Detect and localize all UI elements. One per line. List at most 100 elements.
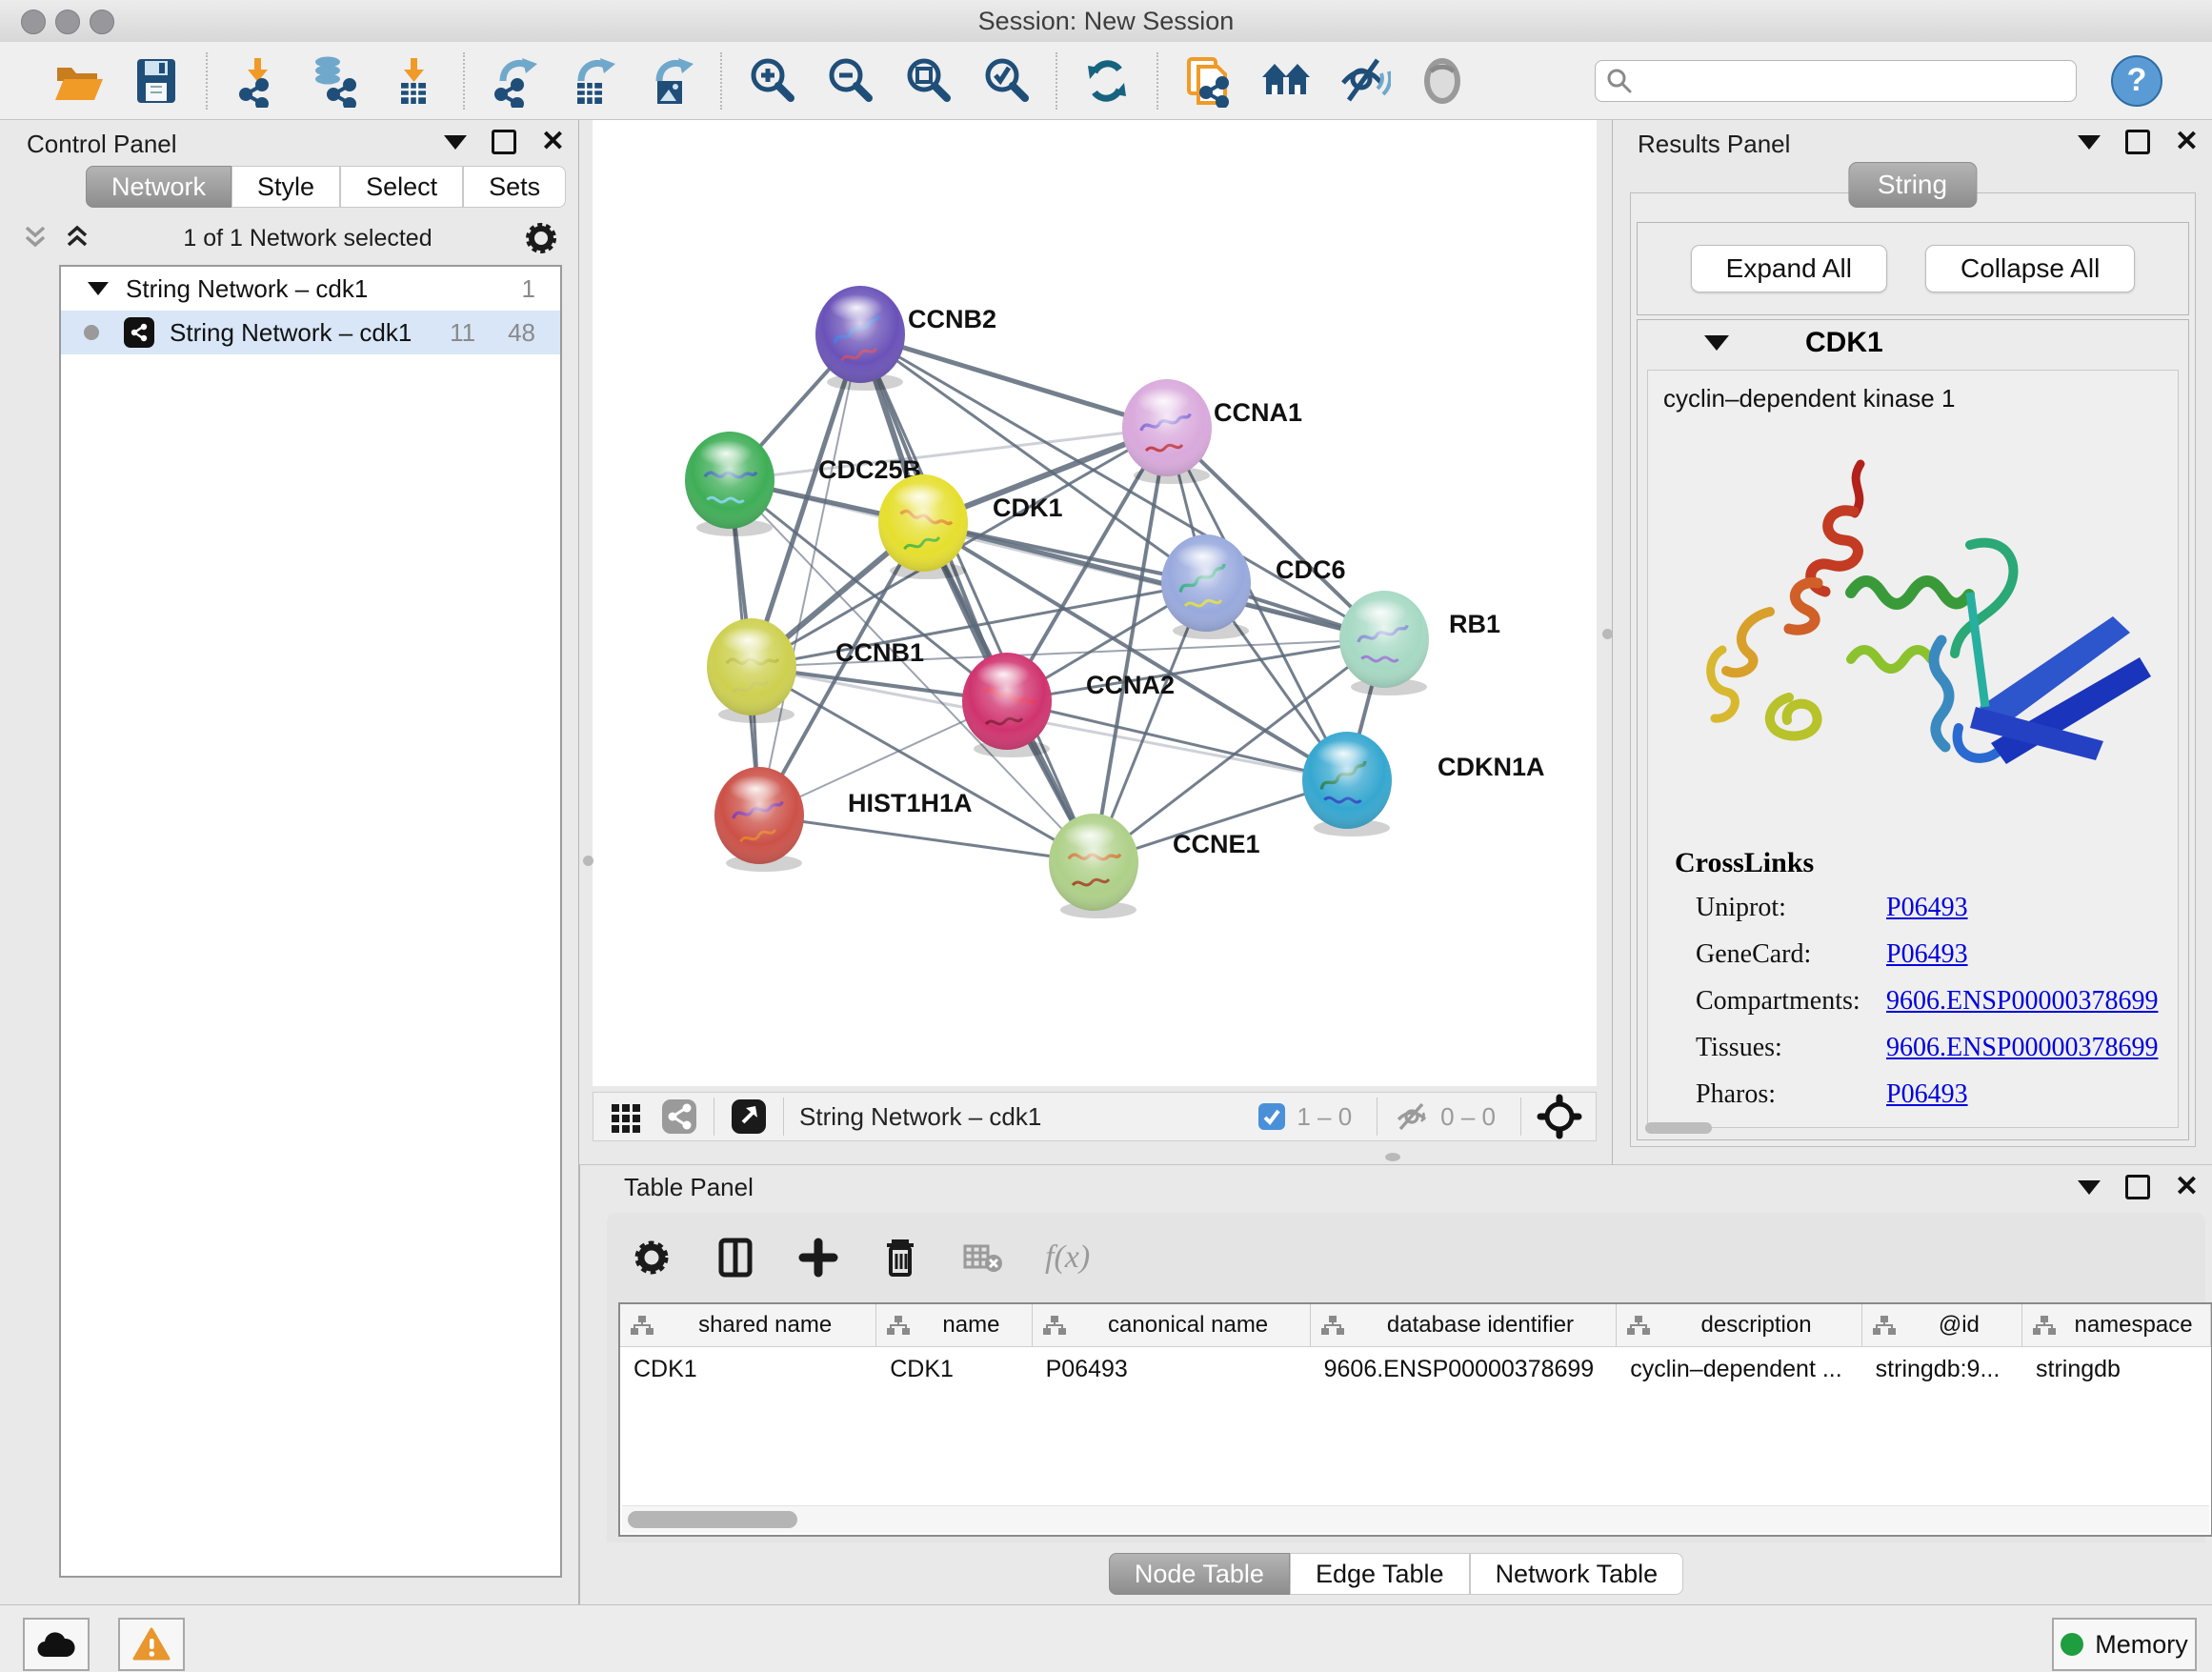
panel-close-icon[interactable]: ✕ [2175, 1178, 2199, 1197]
birds-eye-view-icon[interactable] [730, 1098, 768, 1136]
delete-table-icon[interactable] [961, 1239, 1005, 1277]
node-CCNE1[interactable]: CCNE1 [1049, 814, 1260, 918]
tab-string[interactable]: String [1848, 162, 1977, 208]
delete-column-icon[interactable] [879, 1236, 921, 1279]
expand-all-button[interactable]: Expand All [1691, 245, 1887, 292]
export-image-icon[interactable] [642, 52, 699, 110]
grid-view-icon[interactable] [609, 1099, 643, 1134]
search-input[interactable] [1634, 67, 2076, 95]
node-CCNB1[interactable]: CCNB1 [707, 618, 924, 723]
export-table-icon[interactable] [564, 52, 621, 110]
cell-shared-name[interactable]: CDK1 [620, 1356, 876, 1383]
column-header-canonical-name[interactable]: canonical name [1033, 1304, 1311, 1346]
tab-network[interactable]: Network [86, 166, 231, 208]
show-hidden-icon[interactable] [1414, 52, 1471, 110]
column-header-name[interactable]: name [876, 1304, 1032, 1346]
hidden-eye-icon[interactable] [1393, 1100, 1431, 1133]
panel-close-icon[interactable]: ✕ [541, 132, 565, 151]
collapse-all-icon[interactable] [19, 222, 51, 254]
network-overview-icon[interactable] [1257, 52, 1315, 110]
edge-HIST1H1A-CCNE1 [759, 816, 1094, 862]
gear-icon[interactable] [522, 219, 560, 257]
crosslink-link[interactable]: P06493 [1886, 1079, 1968, 1110]
zoom-out-icon[interactable] [821, 52, 878, 110]
node-CDKN1A[interactable]: CDKN1A [1302, 732, 1545, 836]
tree-collapse-icon[interactable] [88, 282, 109, 295]
cell-database-identifier[interactable]: 9606.ENSP00000378699 [1311, 1356, 1618, 1383]
duplicate-network-icon[interactable] [1179, 52, 1237, 110]
selected-counts: 1 – 0 [1297, 1102, 1352, 1132]
string-style-icon[interactable] [660, 1098, 698, 1136]
search-box[interactable] [1595, 60, 2077, 102]
tab-node-table[interactable]: Node Table [1109, 1553, 1290, 1595]
column-header-namespace[interactable]: namespace [2022, 1304, 2211, 1346]
column-header-description[interactable]: description [1617, 1304, 1861, 1346]
collapse-all-button[interactable]: Collapse All [1925, 245, 2135, 292]
table-row[interactable]: CDK1CDK1P064939606.ENSP00000378699cyclin… [620, 1347, 2211, 1391]
node-CCNA1[interactable]: CCNA1 [1122, 379, 1302, 484]
network-canvas[interactable]: CCNB2CCNA1CDC25BCDK1CDC6RB1CCNB1CCNA2CDK… [593, 120, 1597, 1086]
node-HIST1H1A[interactable]: HIST1H1A [714, 767, 973, 872]
panel-menu-icon[interactable] [444, 135, 467, 150]
add-column-icon[interactable] [797, 1237, 839, 1279]
tab-style[interactable]: Style [231, 166, 340, 208]
cell-canonical-name[interactable]: P06493 [1033, 1356, 1311, 1383]
show-columns-icon[interactable] [714, 1236, 757, 1279]
node-CDK1[interactable]: CDK1 [878, 474, 1063, 579]
tab-select[interactable]: Select [340, 166, 463, 208]
tab-sets[interactable]: Sets [463, 166, 566, 208]
tab-network-table[interactable]: Network Table [1470, 1553, 1684, 1595]
panel-float-icon[interactable] [2125, 130, 2150, 154]
cloud-button[interactable] [23, 1618, 90, 1671]
hide-selected-icon[interactable] [1336, 52, 1393, 110]
tab-edge-table[interactable]: Edge Table [1290, 1553, 1470, 1595]
crosslink-link[interactable]: 9606.ENSP00000378699 [1886, 1033, 2158, 1063]
network-row[interactable]: String Network – cdk1 11 48 [61, 311, 560, 354]
zoom-fit-icon[interactable] [899, 52, 956, 110]
node-label-CCNB2: CCNB2 [908, 305, 996, 333]
refresh-layout-icon[interactable] [1078, 52, 1136, 110]
node-CCNB2[interactable]: CCNB2 [815, 286, 996, 391]
save-session-icon[interactable] [128, 52, 185, 110]
panel-menu-icon[interactable] [2078, 1180, 2101, 1195]
export-network-icon[interactable] [486, 52, 543, 110]
warning-button[interactable] [118, 1618, 185, 1671]
column-header-database-identifier[interactable]: database identifier [1311, 1304, 1618, 1346]
expand-all-icon[interactable] [61, 222, 93, 254]
import-network-database-icon[interactable] [307, 52, 364, 110]
help-icon[interactable]: ? [2111, 55, 2162, 107]
fit-selected-crosshair-icon[interactable] [1537, 1094, 1582, 1139]
cell-name[interactable]: CDK1 [876, 1356, 1032, 1383]
table-horizontal-scrollbar[interactable] [622, 1505, 2209, 1533]
selected-checkbox-icon[interactable] [1257, 1101, 1287, 1132]
crosslink-link[interactable]: P06493 [1886, 893, 1968, 923]
table-gear-icon[interactable] [630, 1236, 674, 1279]
panel-menu-icon[interactable] [2078, 135, 2101, 150]
cell-namespace[interactable]: stringdb [2022, 1356, 2211, 1383]
crosslink-label: Tissues: [1675, 1033, 1886, 1063]
cell--id[interactable]: stringdb:9... [1862, 1356, 2022, 1383]
panel-float-icon[interactable] [492, 130, 516, 154]
crosslink-row: Pharos:P06493 [1675, 1079, 2158, 1110]
column-header-shared-name[interactable]: shared name [620, 1304, 876, 1346]
scrollbar-thumb[interactable] [628, 1511, 797, 1528]
crosslink-link[interactable]: 9606.ENSP00000378699 [1886, 986, 2158, 1017]
crosslink-link[interactable]: P06493 [1886, 939, 1968, 970]
import-network-file-icon[interactable] [229, 52, 286, 110]
node-label-CCNA1: CCNA1 [1214, 398, 1302, 427]
import-table-file-icon[interactable] [385, 52, 442, 110]
cell-description[interactable]: cyclin–dependent ... [1617, 1356, 1861, 1383]
left-splitter-handle[interactable] [583, 856, 593, 866]
gene-collapse-icon[interactable] [1704, 335, 1729, 351]
zoom-selected-icon[interactable] [977, 52, 1035, 110]
results-scrollbar-thumb[interactable] [1645, 1122, 1712, 1134]
memory-button[interactable]: Memory [2052, 1618, 2197, 1671]
open-session-icon[interactable] [50, 52, 107, 110]
node-RB1[interactable]: RB1 [1339, 591, 1500, 695]
panel-close-icon[interactable]: ✕ [2175, 132, 2199, 151]
horizontal-splitter-handle[interactable] [1385, 1153, 1400, 1161]
panel-float-icon[interactable] [2125, 1175, 2150, 1199]
zoom-in-icon[interactable] [743, 52, 800, 110]
column-header--id[interactable]: @id [1862, 1304, 2022, 1346]
network-collection-row[interactable]: String Network – cdk1 1 [61, 267, 560, 311]
